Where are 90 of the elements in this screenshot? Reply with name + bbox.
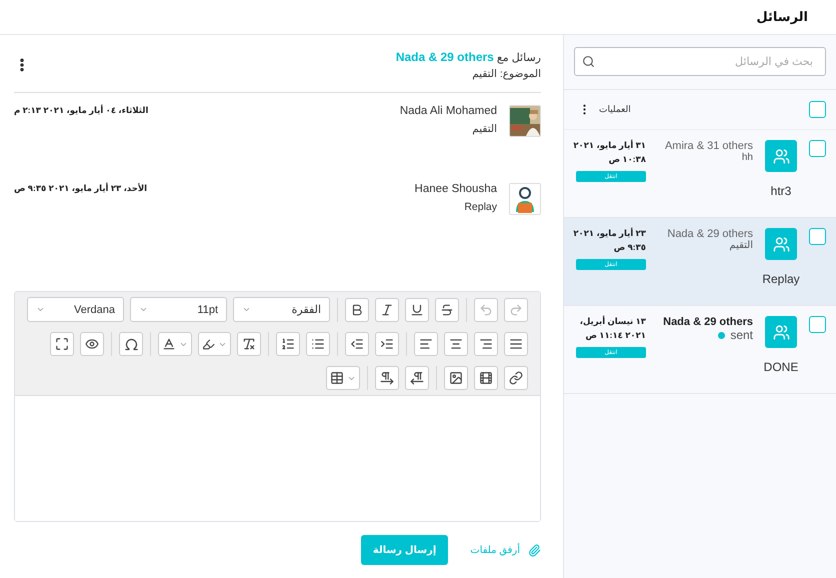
align-right-button[interactable] [474,332,498,356]
search-field[interactable]: بحث في الرسائل [574,47,826,76]
align-left-icon [419,337,433,351]
conversation-time: ٢٠٢١ ١١:١٤ ص [584,330,646,341]
highlight-color-icon [202,338,215,350]
strikethrough-button[interactable] [435,298,459,322]
conversation-date: ٢٣ أيار مايو، ٢٠٢١ [576,228,646,239]
table-button[interactable] [326,366,360,390]
search-icon [582,55,595,68]
bullet-list-icon [311,337,325,351]
highlight-color-button[interactable] [198,332,231,356]
numbered-list-icon [281,337,295,351]
image-icon [449,371,463,385]
conversation-checkbox[interactable] [809,316,826,333]
preview-button[interactable] [80,332,104,356]
conversation-date: ٣١ أيار مايو، ٢٠٢١ [576,140,646,151]
conversation-checkbox[interactable] [809,140,826,157]
italic-button[interactable] [375,298,399,322]
align-center-button[interactable] [444,332,468,356]
indent-button[interactable] [375,332,399,356]
caret-icon [36,305,45,314]
paragraph-select[interactable]: الفقرة [233,297,330,322]
link-icon [509,371,523,385]
conversation-name: Nada & 29 others [663,316,753,328]
underline-button[interactable] [405,298,429,322]
clear-formatting-icon [242,337,256,351]
align-right-icon [479,337,493,351]
redo-icon [509,302,523,316]
special-character-button[interactable] [119,332,143,356]
font-size-select[interactable]: 11pt [130,297,227,322]
conversation-time: ١٠:٣٨ ص [608,154,646,165]
italic-icon [380,302,394,316]
message-date: الثلاثاء، ٠٤ أيار مايو، ٢٠٢١ ٢:١٣ م [14,105,148,118]
align-justify-icon [509,337,523,351]
bold-button[interactable] [345,298,369,322]
align-left-button[interactable] [414,332,438,356]
thread-subject: الموضوع: التقيم [471,68,541,80]
ltr-button[interactable] [375,366,399,390]
message-date: الأحد، ٢٣ أيار مايو، ٢٠٢١ ٩:٣٥ ص [14,183,148,196]
text-color-button[interactable] [158,332,192,356]
conversation-subtitle: sent [730,328,753,342]
undo-icon [479,302,493,316]
special-character-icon [124,336,138,352]
bold-icon [350,302,364,316]
paperclip-icon [528,544,541,556]
image-button[interactable] [444,366,468,390]
rtl-icon [410,371,424,385]
conversation-name: Nada & 29 others [667,228,753,240]
message-text: التقيم [472,123,497,135]
clear-formatting-button[interactable] [237,332,261,356]
table-icon [330,371,344,385]
group-avatar-icon [765,316,797,348]
caret-icon [139,305,148,314]
caret-icon [242,305,251,314]
outdent-icon [350,337,364,351]
rtl-button[interactable] [405,366,429,390]
fullscreen-icon [55,337,69,351]
outdent-button[interactable] [345,332,369,356]
conversation-date: ١٣ نيسان أبريل، [578,316,646,327]
message-text: Replay [464,201,497,213]
numbered-list-button[interactable] [276,332,300,356]
page-title: الرسائل [756,9,808,25]
conversation-time: ٩:٣٥ ص [612,242,646,253]
indent-icon [380,337,394,351]
conversation-subtitle: hh [742,152,753,163]
font-family-select[interactable]: Verdana [27,297,124,322]
media-button[interactable] [474,366,498,390]
text-color-icon [162,337,176,351]
conversation-checkbox[interactable] [809,228,826,245]
link-button[interactable] [504,366,528,390]
ltr-icon [380,371,394,385]
preview-icon [85,337,99,351]
sender-name: Nada Ali Mohamed [400,105,497,117]
message-preview: DONE [764,360,798,374]
conversation-name: Amira & 31 others [664,140,753,152]
sender-name: Hanee Shousha [414,183,497,195]
group-avatar-icon [765,228,797,260]
align-center-icon [449,337,463,351]
message-preview: Replay [762,272,800,286]
align-justify-button[interactable] [504,332,528,356]
strikethrough-icon [440,302,454,316]
select-all-checkbox[interactable] [809,101,826,118]
bullet-list-button[interactable] [306,332,330,356]
group-avatar-icon [765,140,797,172]
underline-icon [410,302,424,316]
conversation-subtitle: التقيم [729,240,753,251]
media-icon [479,371,493,385]
fullscreen-button[interactable] [50,332,74,356]
message-preview: htr3 [770,184,792,198]
actions-label: العمليات [599,104,631,115]
